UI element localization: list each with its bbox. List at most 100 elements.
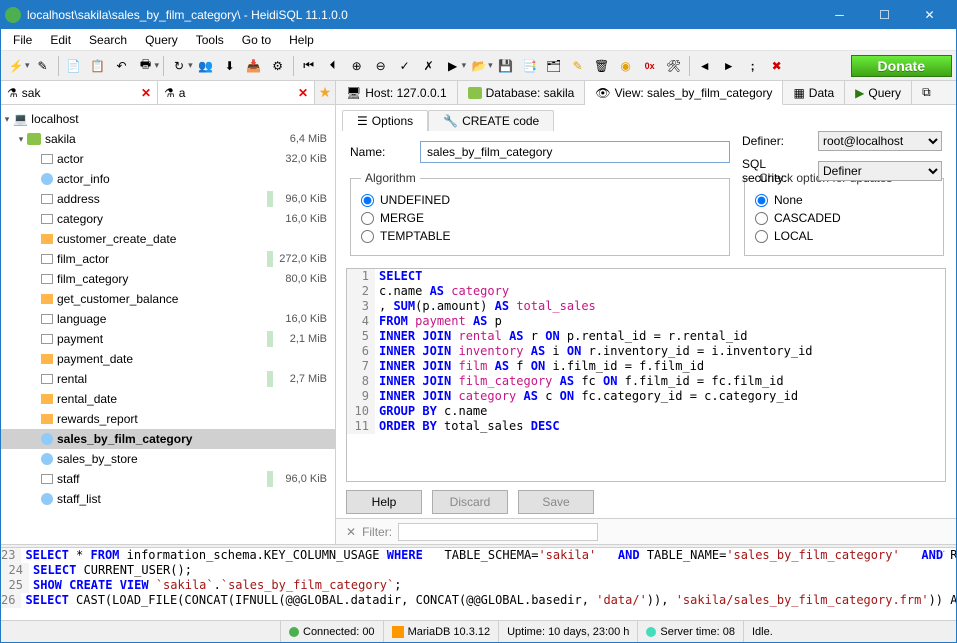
toolbar-clear-icon[interactable]: 🗑 xyxy=(591,55,613,77)
toolbar-tools-icon[interactable]: 🛠 xyxy=(663,55,685,77)
toolbar-settings-icon[interactable]: ⚙ xyxy=(267,55,289,77)
tab-host[interactable]: 🖥Host: 127.0.0.1 xyxy=(336,81,458,104)
toolbar-add-icon[interactable]: ⊕ xyxy=(346,55,368,77)
definer-select[interactable]: root@localhost xyxy=(818,131,942,151)
toolbar-fileopen-icon[interactable]: 📂 xyxy=(468,55,490,77)
tree-db[interactable]: ▾ sakila6,4 MiB xyxy=(1,129,335,149)
menu-query[interactable]: Query xyxy=(137,31,186,49)
toolbar-refresh-icon[interactable]: ↻ xyxy=(168,55,190,77)
toolbar-remove-icon[interactable]: ⊖ xyxy=(370,55,392,77)
close-tab-1-icon[interactable]: ✕ xyxy=(141,86,151,100)
check-cascaded[interactable]: CASCADED xyxy=(755,209,933,227)
tree-item-payment[interactable]: payment2,1 MiB xyxy=(1,329,335,349)
menu-goto[interactable]: Go to xyxy=(234,31,279,49)
security-select[interactable]: Definer xyxy=(818,161,942,181)
menu-search[interactable]: Search xyxy=(81,31,135,49)
donate-button[interactable]: Donate xyxy=(851,55,952,77)
add-tab-icon: ⧉ xyxy=(922,85,931,100)
tab-query[interactable]: ▶Query xyxy=(845,81,912,104)
algo-undefined[interactable]: UNDEFINED xyxy=(361,191,719,209)
toolbar-undo-icon[interactable]: ↶ xyxy=(111,55,133,77)
check-none[interactable]: None xyxy=(755,191,933,209)
toolbar-import-icon[interactable]: 📥 xyxy=(243,55,265,77)
toolbar-cancel-icon[interactable]: ✗ xyxy=(418,55,440,77)
algo-merge[interactable]: MERGE xyxy=(361,209,719,227)
tree-item-sales_by_store[interactable]: sales_by_store xyxy=(1,449,335,469)
subtab-options[interactable]: ☰Options xyxy=(342,110,428,131)
favorites-icon[interactable]: ★ xyxy=(315,81,335,104)
tree-item-payment_date[interactable]: payment_date xyxy=(1,349,335,369)
tab-data[interactable]: ▦Data xyxy=(783,81,845,104)
algo-temptable[interactable]: TEMPTABLE xyxy=(361,227,719,245)
tree-item-film_actor[interactable]: film_actor272,0 KiB xyxy=(1,249,335,269)
tab-database[interactable]: Database: sakila xyxy=(458,81,586,104)
tree-item-sales_by_film_category[interactable]: sales_by_film_category xyxy=(1,429,335,449)
connected-icon xyxy=(289,627,299,637)
sidebar-tab-2[interactable]: ⚗ a ✕ xyxy=(158,81,315,104)
tree-item-rewards_report[interactable]: rewards_report xyxy=(1,409,335,429)
sql-editor[interactable]: 1SELECT 2c.name AS category 3, SUM(p.amo… xyxy=(346,268,946,482)
tree-item-get_customer_balance[interactable]: get_customer_balance xyxy=(1,289,335,309)
subtab-create[interactable]: 🔧CREATE code xyxy=(428,110,554,131)
status-uptime: Uptime: 10 days, 23:00 h xyxy=(499,621,638,642)
toolbar-prev-icon[interactable]: ⏴ xyxy=(322,55,344,77)
toolbar-run-icon[interactable]: ▶ xyxy=(442,55,464,77)
tree-item-address[interactable]: address96,0 KiB xyxy=(1,189,335,209)
tree-item-actor_info[interactable]: actor_info xyxy=(1,169,335,189)
close-tab-2-icon[interactable]: ✕ xyxy=(298,86,308,100)
maximize-button[interactable]: ☐ xyxy=(862,1,907,29)
toolbar-format-icon[interactable]: ✎ xyxy=(567,55,589,77)
tree-item-category[interactable]: category16,0 KiB xyxy=(1,209,335,229)
subtab-options-label: Options xyxy=(372,114,413,128)
toolbar-nextresult-icon[interactable]: ► xyxy=(718,55,740,77)
tree-item-rental_date[interactable]: rental_date xyxy=(1,389,335,409)
db-tree[interactable]: ▾💻 localhost▾ sakila6,4 MiB actor32,0 Ki… xyxy=(1,105,335,544)
check-local[interactable]: LOCAL xyxy=(755,227,933,245)
sidebar-tab-1[interactable]: ⚗ sak ✕ xyxy=(1,81,158,104)
tree-item-staff_list[interactable]: staff_list xyxy=(1,489,335,509)
toolbar-variables-icon[interactable]: 🗂 xyxy=(543,55,565,77)
toolbar-prevresult-icon[interactable]: ◄ xyxy=(694,55,716,77)
toolbar-users-icon[interactable]: 👥 xyxy=(195,55,217,77)
toolbar-snippets-icon[interactable]: 📑 xyxy=(519,55,541,77)
menu-file[interactable]: File xyxy=(5,31,40,49)
tree-item-film_category[interactable]: film_category80,0 KiB xyxy=(1,269,335,289)
toolbar-new-icon[interactable]: ✎ xyxy=(32,55,54,77)
close-button[interactable]: ✕ xyxy=(907,1,952,29)
toolbar-exit-icon[interactable]: ✖ xyxy=(766,55,788,77)
toolbar-hex-icon[interactable]: 0x xyxy=(639,55,661,77)
tree-item-actor[interactable]: actor32,0 KiB xyxy=(1,149,335,169)
save-button[interactable]: Save xyxy=(518,490,594,514)
sql-log[interactable]: 23SELECT * FROM information_schema.KEY_C… xyxy=(1,548,956,620)
tree-host[interactable]: ▾💻 localhost xyxy=(1,109,335,129)
toolbar-connect-icon[interactable]: ⚡ xyxy=(5,55,27,77)
clear-filter-icon[interactable]: ✕ xyxy=(346,525,356,539)
tab-view[interactable]: 👁View: sales_by_film_category xyxy=(585,81,783,105)
tab-add[interactable]: ⧉ xyxy=(912,81,941,104)
tree-item-customer_create_date[interactable]: customer_create_date xyxy=(1,229,335,249)
status-servertime: Server time: 08 xyxy=(638,621,744,642)
toolbar-indicator-icon[interactable]: ◉ xyxy=(615,55,637,77)
name-input[interactable] xyxy=(420,141,730,163)
toolbar-export-icon[interactable]: ⬇ xyxy=(219,55,241,77)
toolbar-save-icon[interactable]: 💾 xyxy=(495,55,517,77)
toolbar-first-icon[interactable]: ⏮ xyxy=(298,55,320,77)
toolbar-stop-icon[interactable]: ; xyxy=(742,55,764,77)
tree-item-rental[interactable]: rental2,7 MiB xyxy=(1,369,335,389)
horizontal-splitter[interactable] xyxy=(1,544,956,548)
tree-item-staff[interactable]: staff96,0 KiB xyxy=(1,469,335,489)
menu-edit[interactable]: Edit xyxy=(42,31,79,49)
discard-button[interactable]: Discard xyxy=(432,490,508,514)
menu-tools[interactable]: Tools xyxy=(188,31,232,49)
minimize-button[interactable]: ─ xyxy=(817,1,862,29)
toolbar-commit-icon[interactable]: ✓ xyxy=(394,55,416,77)
toolbar-paste-icon[interactable]: 📋 xyxy=(87,55,109,77)
filter-input[interactable] xyxy=(398,523,598,541)
tree-item-language[interactable]: language16,0 KiB xyxy=(1,309,335,329)
toolbar-copy-icon[interactable]: 📄 xyxy=(63,55,85,77)
filter-icon: ⚗ xyxy=(7,86,18,100)
menu-help[interactable]: Help xyxy=(281,31,322,49)
help-button[interactable]: Help xyxy=(346,490,422,514)
toolbar-print-icon[interactable]: 🖶 xyxy=(135,55,157,77)
tab-host-label: Host: 127.0.0.1 xyxy=(365,86,446,100)
